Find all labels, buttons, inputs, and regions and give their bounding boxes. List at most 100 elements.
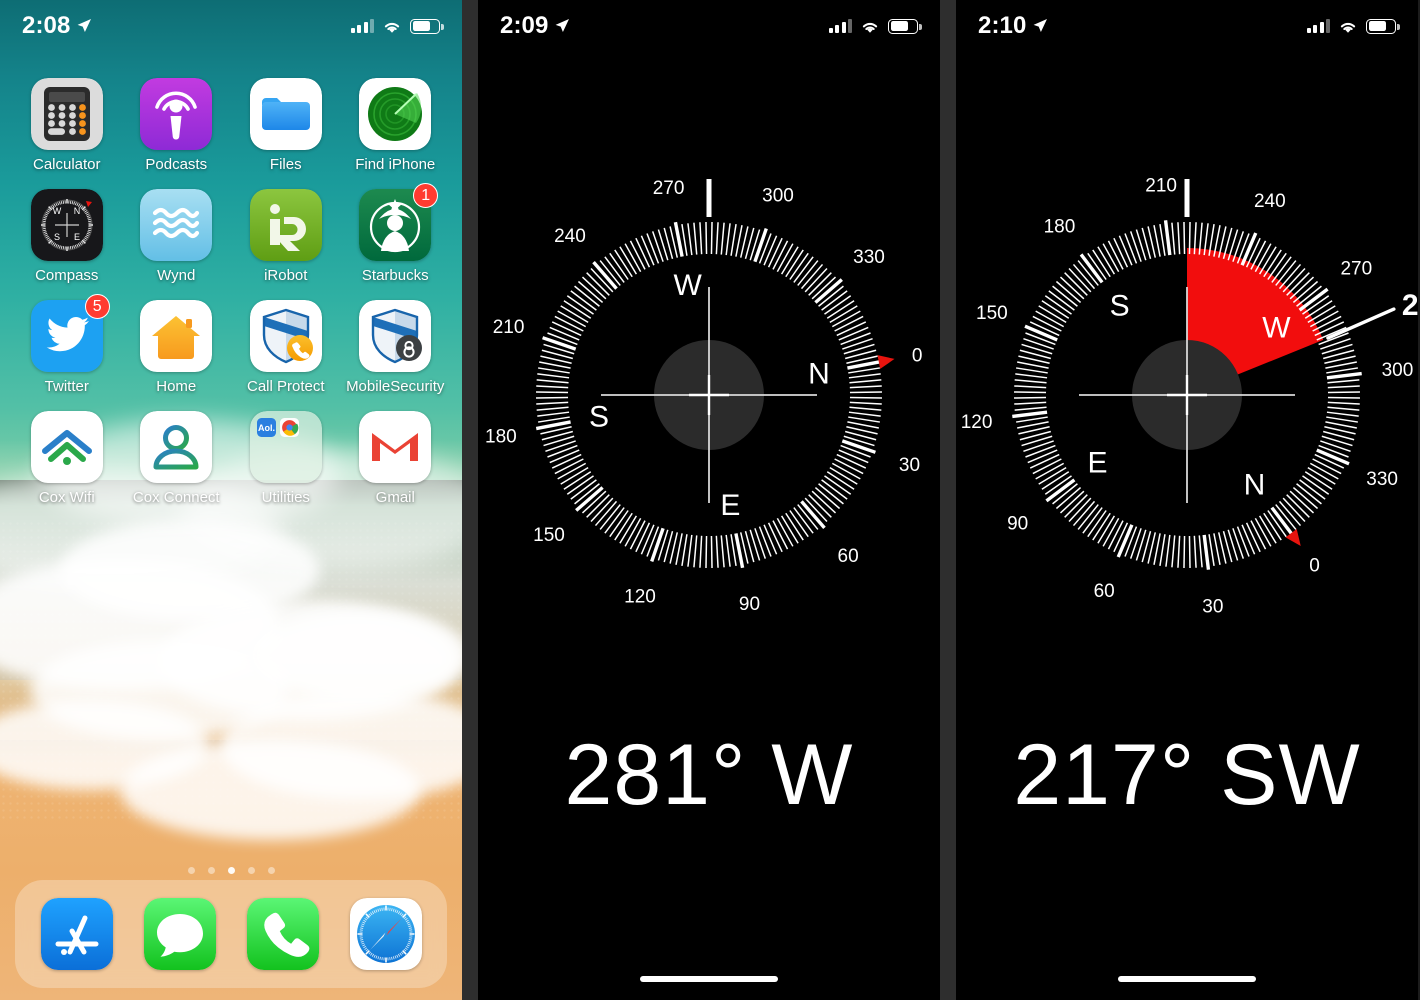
cellular-signal-icon [828, 19, 852, 33]
dock-item-safari[interactable] [349, 898, 422, 970]
degree-label-270: 270 [1340, 258, 1372, 279]
app-row: Calculator Podcasts Files Find iPhone [0, 78, 462, 172]
location-arrow-icon [76, 18, 92, 34]
app-icon-calculator[interactable]: Calculator [18, 78, 116, 172]
app-label: Cox Wifi [38, 489, 95, 506]
home-indicator[interactable] [640, 976, 778, 982]
status-bar: 2:08 [0, 0, 462, 52]
wifi-icon [382, 19, 402, 34]
app-icon-wynd[interactable]: Wynd [127, 189, 225, 283]
app-icon-gmail[interactable]: Gmail [346, 411, 444, 505]
status-bar-left: 2:09 [500, 12, 570, 40]
app-icon-twitter[interactable]: 5 Twitter [18, 294, 116, 395]
app-icon-cox-wifi[interactable]: Cox Wifi [18, 411, 116, 505]
mobile-security-icon[interactable] [359, 300, 432, 372]
app-icon-find-iphone[interactable]: Find iPhone [346, 78, 444, 172]
cox-connect-icon[interactable] [140, 411, 213, 483]
svg-text:Aol.: Aol. [258, 423, 275, 433]
app-icon-home[interactable]: Home [127, 300, 225, 394]
degree-label-0: 0 [912, 346, 923, 367]
gmail-icon[interactable] [359, 411, 432, 483]
irobot-icon[interactable] [249, 189, 322, 261]
status-bar-time: 2:10 [978, 12, 1027, 39]
degree-label-240: 240 [1254, 191, 1286, 212]
app-label: Podcasts [145, 156, 208, 173]
notification-badge: 5 [84, 294, 110, 319]
app-icon-call-protect[interactable]: Call Protect [237, 300, 335, 394]
home-screen-panel: 2:08 Calculator Podcasts Files Find iPhone W N… [0, 0, 462, 1000]
degree-label-90: 90 [739, 594, 760, 615]
page-dot[interactable] [187, 867, 195, 874]
heading-readout: 281° W [564, 727, 854, 823]
degree-label-150: 150 [533, 525, 565, 546]
app-store-icon[interactable] [40, 898, 113, 970]
wifi-icon [1338, 19, 1358, 34]
app-label: Utilities [261, 489, 310, 506]
app-icon-compass[interactable]: W N S E Compass [18, 189, 116, 283]
status-bar-right [350, 18, 444, 34]
cardinal-S: S [589, 400, 609, 433]
svg-text:W: W [53, 206, 62, 216]
battery-icon [1366, 18, 1400, 34]
home-indicator[interactable] [1118, 976, 1256, 982]
app-icon-mobilesecurity[interactable]: MobileSecurity [346, 300, 444, 394]
safari-icon[interactable] [349, 898, 422, 970]
compass-panel-1: 2:09 W N E S 0 30 60 90 120 150 180 210 240 270 300 330 2… [478, 0, 940, 1000]
page-dots [0, 867, 462, 874]
degree-label-150: 150 [976, 303, 1008, 324]
find-iphone-icon[interactable] [359, 78, 432, 150]
cardinal-S: S [1110, 290, 1130, 323]
app-row: Cox Wifi Cox Connect Aol. Utilities Gmail [0, 411, 462, 505]
degree-label-180: 180 [1044, 217, 1076, 238]
home-app-icon[interactable] [140, 300, 213, 372]
cardinal-W: W [673, 269, 702, 302]
page-dot[interactable] [247, 867, 255, 874]
files-icon[interactable] [249, 78, 322, 150]
app-row: 5 Twitter Home Call Protect MobileSecurity [0, 294, 462, 395]
call-protect-icon[interactable] [249, 300, 322, 372]
svg-text:S: S [54, 232, 60, 242]
app-icon-files[interactable]: Files [237, 78, 335, 172]
dock-item-app-store[interactable] [40, 898, 113, 970]
app-icon-utilities[interactable]: Aol. Utilities [237, 411, 335, 505]
page-dot[interactable] [207, 867, 215, 874]
compass-dial: W N E S 0 30 60 90 120 150 180 210 240 270 300 330 [485, 178, 923, 615]
compass-icon[interactable]: W N S E [30, 189, 103, 261]
compass-dial-wrap: W N E S 0 30 60 90 120 150 180 210 240 270 300 330 [478, 0, 940, 1000]
calculator-icon[interactable] [30, 78, 103, 150]
degree-label-30: 30 [1202, 596, 1223, 617]
dock-item-messages[interactable] [143, 898, 216, 970]
dock-item-phone[interactable] [246, 898, 319, 970]
status-bar-time: 2:09 [500, 12, 549, 39]
degree-label-300: 300 [1382, 360, 1414, 381]
status-bar: 2:10 [956, 0, 1418, 52]
degree-label-120: 120 [624, 586, 656, 607]
page-dot[interactable] [227, 867, 235, 874]
degree-label-330: 330 [853, 247, 885, 268]
panel-gutter [940, 0, 956, 1000]
panel-gutter [462, 0, 478, 1000]
degree-label-0: 0 [1309, 555, 1320, 576]
wynd-icon[interactable] [140, 189, 213, 261]
app-icon-cox-connect[interactable]: Cox Connect [127, 411, 225, 505]
status-bar-time: 2:08 [22, 12, 71, 39]
locked-heading-label: 285 [1402, 289, 1418, 322]
degree-label-60: 60 [838, 546, 859, 567]
app-label: Twitter [44, 378, 89, 395]
podcasts-icon[interactable] [140, 78, 213, 150]
heading-readout: 217° SW [1013, 727, 1361, 823]
battery-icon [888, 18, 922, 34]
app-label: Compass [35, 267, 99, 284]
app-label: Gmail [375, 489, 415, 506]
app-label: Cox Connect [132, 489, 220, 506]
degree-label-180: 180 [485, 426, 517, 447]
app-icon-starbucks[interactable]: 1 Starbucks [346, 183, 444, 283]
app-label: Home [156, 378, 197, 395]
app-icon-irobot[interactable]: iRobot [237, 189, 335, 283]
messages-icon[interactable] [143, 898, 216, 970]
phone-icon[interactable] [246, 898, 319, 970]
app-icon-podcasts[interactable]: Podcasts [127, 78, 225, 172]
page-dot[interactable] [267, 867, 275, 874]
utilities-folder-icon[interactable]: Aol. [249, 411, 322, 483]
cox-wifi-icon[interactable] [30, 411, 103, 483]
